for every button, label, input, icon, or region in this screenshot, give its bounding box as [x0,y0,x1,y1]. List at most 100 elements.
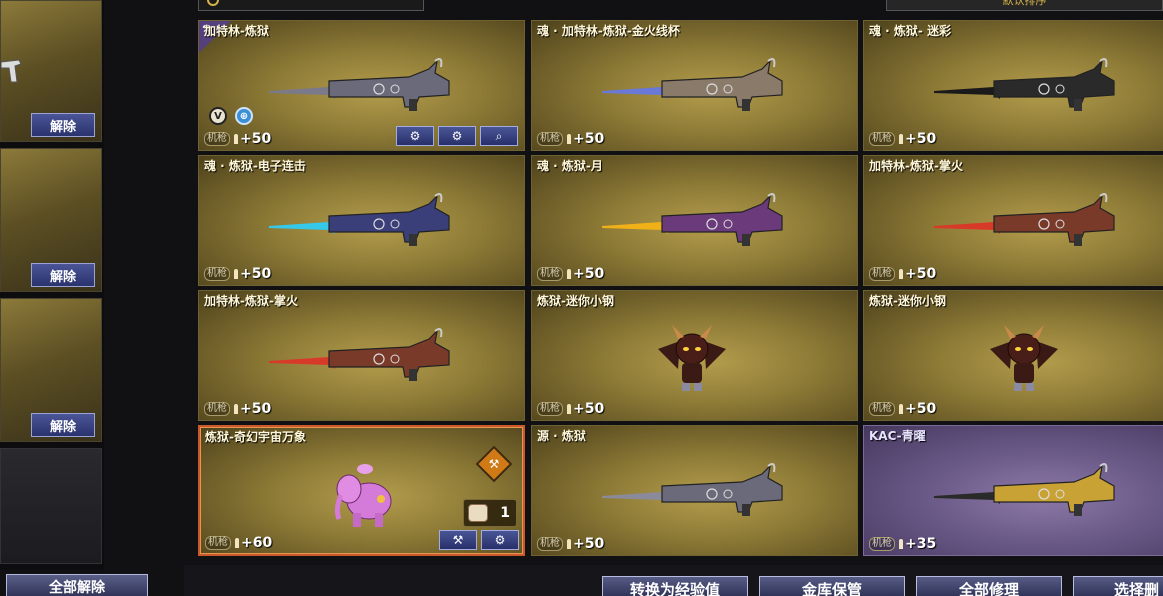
item-name: 炼狱-迷你小钢 [869,294,946,308]
weapon-image [269,58,450,111]
target-badge-icon: ⊕ [235,107,253,125]
unequip-button[interactable]: 解除 [31,113,95,137]
upgrade-badge-icon: ⚒ [475,445,513,483]
item-stats: 机枪 +50 [537,536,604,552]
enhance-level: +50 [573,401,605,417]
convert-to-exp-button[interactable]: 转换为经验值 [602,576,748,596]
inventory-item-card[interactable]: 魂 · 加特林-炼狱-金火线杯 机枪 +50 [531,20,858,151]
item-stats: 机枪 +50 [537,266,604,282]
unequip-button[interactable]: 解除 [31,413,95,437]
inventory-item-card[interactable]: 源 · 炼狱 机枪 +50 [531,425,858,556]
select-delete-button[interactable]: 选择删 [1073,576,1163,596]
ammo-icon [567,134,571,144]
inventory-item-card[interactable]: 炼狱-奇幻宇宙万象 ⚒ 1 机枪 +60 ⚒ ⚙ [198,425,525,556]
repair-all-button[interactable]: 全部修理 [916,576,1062,596]
wrench-gear-icon: ⚙ [409,129,421,143]
unequip-button[interactable]: 解除 [31,263,95,287]
equipped-slot-2[interactable]: 解除 [0,148,102,292]
sort-dropdown[interactable]: 默认排序 [886,0,1163,11]
item-name: 源 · 炼狱 [537,429,586,443]
enhance-level: +35 [905,536,937,552]
gear-icon: ⚙ [451,129,463,143]
item-stats: 机枪 +50 [537,401,604,417]
enhance-level: +50 [240,401,272,417]
ammo-icon [567,404,571,414]
item-stats: 机枪 +50 [869,131,936,147]
weapon-type-tag: 机枪 [204,132,230,146]
enhance-level: +50 [573,266,605,282]
weapon-image [602,193,783,246]
weapon-type-tag: 机枪 [537,267,563,281]
item-name: 魂 · 炼狱-电子连击 [204,159,306,173]
repair-tool-button[interactable]: ⚙ [481,530,519,550]
upgrade-button[interactable]: ⚒ [439,530,477,550]
enhance-level: +50 [573,131,605,147]
weapon-image [934,463,1115,516]
weapon-image [602,463,783,516]
equipped-slot-3[interactable]: 解除 [0,298,102,442]
settings-button[interactable]: ⚙ [438,126,476,146]
weapon-image [269,328,450,381]
inventory-item-card[interactable]: 加特林-炼狱-掌火 机枪 +50 [863,155,1163,286]
item-name: 魂 · 炼狱- 迷彩 [869,24,952,38]
item-stats: 机枪 +50 [204,401,271,417]
inventory-item-card[interactable]: ⚒ V ⊕ 加特林-炼狱 机枪 +50 ⚙ ⚙ ⌕ [198,20,525,151]
item-name: 加特林-炼狱-掌火 [869,159,963,173]
weapon-type-tag: 机枪 [869,402,895,416]
weapon-type-tag: 机枪 [205,536,231,550]
weapon-type-tag: 机枪 [537,402,563,416]
equipped-slot-empty[interactable] [0,448,102,564]
equipped-slots-panel: 解除 解除 解除 [0,0,104,570]
ammo-icon [234,134,238,144]
search-input[interactable] [198,0,424,11]
enhance-level: +50 [573,536,605,552]
inventory-item-card[interactable]: 魂 · 炼狱- 迷彩 机枪 +50 [863,20,1163,151]
weapon-image [934,58,1115,111]
ammo-icon [567,269,571,279]
weapon-type-tag: 机枪 [869,537,895,551]
weapon-type-tag: 机枪 [869,132,895,146]
item-name: KAC-青曜 [869,429,926,443]
inventory-item-card[interactable]: 魂 · 炼狱-月 机枪 +50 [531,155,858,286]
enhance-level: +50 [905,266,937,282]
weapon-type-tag: 机枪 [869,267,895,281]
inventory-item-card[interactable]: KAC-青曜 机枪 +35 [863,425,1163,556]
ammo-icon [234,269,238,279]
item-name: 加特林-炼狱-掌火 [204,294,298,308]
pet-image [658,325,726,391]
enhance-level: +50 [905,401,937,417]
inventory-item-card[interactable]: 加特林-炼狱-掌火 机枪 +50 [198,290,525,421]
v-badge-icon: V [209,107,227,125]
inventory-item-card[interactable]: 炼狱-迷你小钢 机枪 +50 [531,290,858,421]
unequip-all-button[interactable]: 全部解除 [6,574,148,596]
item-name: 炼狱-迷你小钢 [537,294,614,308]
ammo-icon [899,539,903,549]
inspect-button[interactable]: ⌕ [480,126,518,146]
item-name: 炼狱-奇幻宇宙万象 [205,430,306,444]
item-stats: 机枪 +50 [869,266,936,282]
ammo-icon [899,269,903,279]
ammo-icon [234,404,238,414]
equipped-slot-1[interactable]: 解除 [0,0,102,142]
item-stats: 机枪 +50 [869,401,936,417]
vault-storage-button[interactable]: 金库保管 [759,576,905,596]
enhance-level: +60 [241,535,273,551]
item-stats: 机枪 +35 [869,536,936,552]
weapon-type-tag: 机枪 [204,402,230,416]
item-stats: 机枪 +50 [204,266,271,282]
enhance-level: +50 [905,131,937,147]
weapon-type-tag: 机枪 [537,537,563,551]
item-count-box: 1 [463,499,517,527]
enhance-level: +50 [240,131,272,147]
item-name: 魂 · 加特林-炼狱-金火线杯 [537,24,680,38]
item-stats: 机枪 +60 [205,535,272,551]
item-count: 1 [500,505,510,521]
wrench-gear-icon: ⚙ [494,533,506,547]
repair-tool-button[interactable]: ⚙ [396,126,434,146]
inventory-item-card[interactable]: 魂 · 炼狱-电子连击 机枪 +50 [198,155,525,286]
bag-icon [468,504,488,522]
item-name: 魂 · 炼狱-月 [537,159,603,173]
weapon-type-tag: 机枪 [204,267,230,281]
inventory-item-card[interactable]: 炼狱-迷你小钢 机枪 +50 [863,290,1163,421]
item-stats: 机枪 +50 [204,131,271,147]
